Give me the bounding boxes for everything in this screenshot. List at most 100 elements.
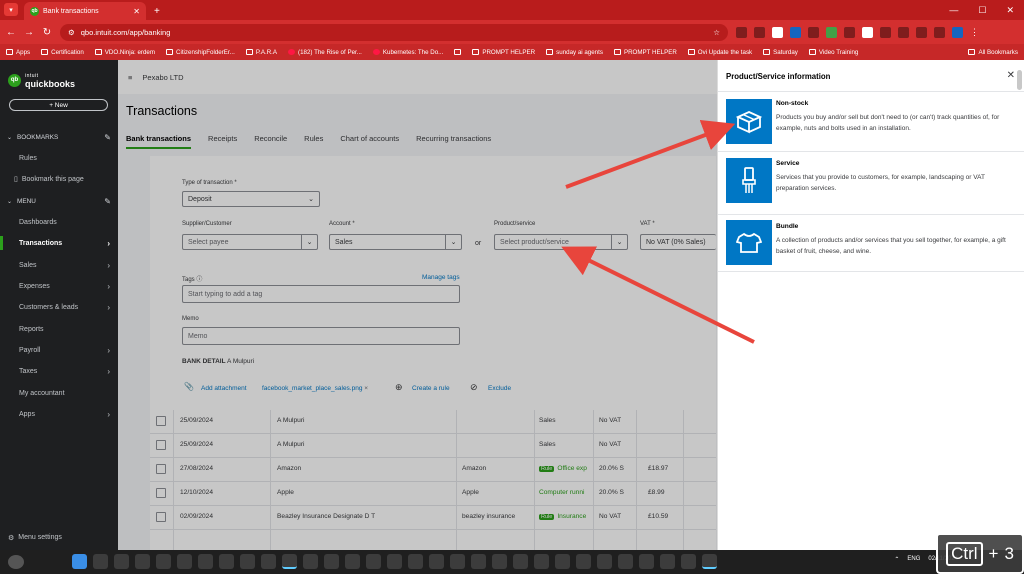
close-icon[interactable]: ✕ <box>1007 70 1015 81</box>
quickbooks-logo[interactable]: qb intuit quickbooks <box>8 72 75 89</box>
app-icon[interactable] <box>219 554 234 569</box>
sidebar-item-customers-leads[interactable]: Customers & leads › <box>0 300 118 314</box>
acrobat-icon[interactable] <box>282 554 297 569</box>
account-select[interactable]: Sales ⌄ <box>329 234 462 250</box>
download-icon[interactable] <box>934 26 945 38</box>
sidebar-item-payroll[interactable]: Payroll › <box>0 343 118 357</box>
bookmark-item[interactable]: (182) The Rise of Per... <box>288 49 362 56</box>
reload-icon[interactable]: ↻ <box>42 27 52 38</box>
sidebar-item-transactions[interactable]: Transactions › <box>0 236 118 250</box>
tags-input[interactable]: Start typing to add a tag <box>182 285 460 303</box>
payee-select[interactable]: Select payee ⌄ <box>182 234 318 250</box>
row-checkbox[interactable] <box>156 512 166 522</box>
app-icon[interactable] <box>156 554 171 569</box>
app-icon[interactable] <box>471 554 486 569</box>
notion-icon[interactable] <box>660 554 675 569</box>
tab-rules[interactable]: Rules <box>304 134 323 149</box>
row-checkbox[interactable] <box>156 416 166 426</box>
row-checkbox[interactable] <box>156 464 166 474</box>
app-icon[interactable] <box>681 554 696 569</box>
bookmark-item[interactable]: Kubernetes: The Do... <box>372 49 443 56</box>
extension-icon[interactable] <box>754 26 765 38</box>
site-info-icon[interactable]: ⚙ <box>68 28 75 37</box>
task-view-icon[interactable] <box>93 554 108 569</box>
table-row[interactable]: 02/09/2024 Beazley Insurance Designate D… <box>150 506 716 530</box>
address-bar[interactable]: ⚙ qbo.intuit.com/app/banking ☆ <box>60 23 728 41</box>
extension-icon[interactable] <box>808 26 819 38</box>
sidebar-item-dashboards[interactable]: Dashboards <box>0 215 118 229</box>
app-icon[interactable] <box>324 554 339 569</box>
bookmarks-section-header[interactable]: ⌄ BOOKMARKS ✎ <box>0 130 118 144</box>
app-icon[interactable] <box>366 554 381 569</box>
sidebar-item-my-accountant[interactable]: My accountant <box>0 386 118 400</box>
bookmark-item[interactable]: Video Training <box>808 49 858 56</box>
app-icon[interactable] <box>408 554 423 569</box>
edit-pencil-icon[interactable]: ✎ <box>104 133 111 142</box>
tab-bank-transactions[interactable]: Bank transactions <box>126 134 192 149</box>
new-tab-icon[interactable]: + <box>154 6 160 17</box>
vat-select[interactable]: No VAT (0% Sales) <box>640 234 716 250</box>
browser-menu-icon[interactable]: ⋮ <box>970 27 979 38</box>
type-select[interactable]: Deposit ⌄ <box>182 191 320 207</box>
browser-tab[interactable]: qb Bank transactions ✕ <box>24 2 146 20</box>
option-non-stock[interactable]: Non-stock Products you buy and/or sell b… <box>718 91 1024 151</box>
filezilla-icon[interactable] <box>513 554 528 569</box>
sidebar-item-taxes[interactable]: Taxes › <box>0 364 118 378</box>
minimize-icon[interactable]: — <box>949 5 958 16</box>
product-service-select[interactable]: Select product/service ⌄ <box>494 234 628 250</box>
maximize-icon[interactable]: ☐ <box>978 5 986 16</box>
menu-section-header[interactable]: ⌄ MENU ✎ <box>0 194 118 208</box>
app-icon[interactable] <box>639 554 654 569</box>
cast-icon[interactable] <box>916 26 927 38</box>
tab-reconcile[interactable]: Reconcile <box>254 134 287 149</box>
extension-icon[interactable] <box>772 26 783 38</box>
create-rule-link[interactable]: Create a rule <box>412 385 450 392</box>
bookmark-item[interactable]: PROMPT HELPER <box>613 49 677 56</box>
extension-icon[interactable] <box>826 26 837 38</box>
bookmark-item[interactable]: CitizenshipFolderEr... <box>166 49 235 56</box>
forward-icon[interactable]: → <box>24 27 34 38</box>
edit-pencil-icon[interactable]: ✎ <box>104 197 111 206</box>
bookmark-item[interactable]: Apps <box>6 49 30 56</box>
sidebar-item-reports[interactable]: Reports <box>0 322 118 336</box>
panel-scrollbar[interactable] <box>1017 70 1022 90</box>
tab-chart-of-accounts[interactable]: Chart of accounts <box>340 134 399 149</box>
app-icon[interactable] <box>135 554 150 569</box>
bookmark-item[interactable]: Saturday <box>763 49 798 56</box>
option-bundle[interactable]: Bundle A collection of products and/or s… <box>718 214 1024 272</box>
extension-icon[interactable] <box>898 26 909 38</box>
bookmark-item[interactable]: All Bookmarks <box>968 49 1018 56</box>
table-row[interactable]: 27/08/2024 Amazon Amazon Rule Office exp … <box>150 458 716 482</box>
exclude-link[interactable]: Exclude <box>488 385 511 392</box>
manage-tags-link[interactable]: Manage tags <box>422 274 460 281</box>
app-icon[interactable] <box>618 554 633 569</box>
tab-search-icon[interactable]: ▾ <box>4 3 18 16</box>
bookmark-this-page[interactable]: ▯ Bookmark this page <box>0 172 118 186</box>
back-icon[interactable]: ← <box>6 27 16 38</box>
app-icon[interactable] <box>555 554 570 569</box>
extensions-puzzle-icon[interactable] <box>862 26 873 38</box>
option-service[interactable]: Service Services that you provide to cus… <box>718 151 1024 214</box>
file-explorer-icon[interactable] <box>177 554 192 569</box>
close-window-icon[interactable]: ✕ <box>1006 5 1014 16</box>
app-icon[interactable] <box>597 554 612 569</box>
app-icon[interactable] <box>387 554 402 569</box>
sidebar-item-sales[interactable]: Sales › <box>0 258 118 272</box>
edge-icon[interactable] <box>261 554 276 569</box>
bookmark-item[interactable]: sunday ai agents <box>546 49 603 56</box>
row-checkbox[interactable] <box>156 488 166 498</box>
bookmark-item[interactable]: Certification <box>41 49 84 56</box>
extension-icon[interactable] <box>844 26 855 38</box>
table-row[interactable]: 25/09/2024 A Mulpuri Sales No VAT <box>150 410 716 434</box>
language-indicator[interactable]: ENG <box>907 556 920 563</box>
collapse-menu-icon[interactable]: ≡ <box>128 73 132 82</box>
add-attachment-link[interactable]: Add attachment <box>201 385 247 392</box>
app-icon[interactable] <box>534 554 549 569</box>
attachment-file[interactable]: facebook_market_place_sales.png × <box>262 385 368 392</box>
extension-icon[interactable] <box>790 26 801 38</box>
extension-icon[interactable] <box>736 26 747 38</box>
chrome-icon[interactable] <box>114 554 129 569</box>
remove-attachment-icon[interactable]: × <box>364 385 368 392</box>
app-icon[interactable] <box>345 554 360 569</box>
tab-recurring-transactions[interactable]: Recurring transactions <box>416 134 491 149</box>
